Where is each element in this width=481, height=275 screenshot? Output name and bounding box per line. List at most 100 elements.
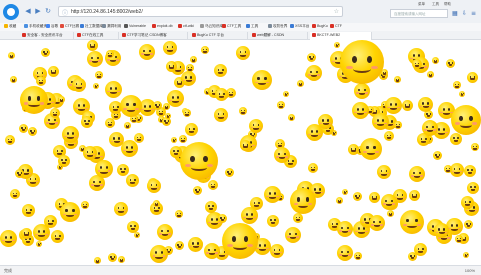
bookmark-item[interactable]: 谷歌 [46, 24, 58, 29]
download-icon[interactable]: ⇩ [462, 10, 467, 17]
refresh-icon[interactable]: ↻ [44, 7, 52, 15]
smiley-mouth [208, 252, 216, 256]
smiley-emoji-icon [193, 186, 202, 195]
smiley-mouth [155, 204, 158, 207]
smiley-mouth [135, 235, 139, 238]
smiley-emoji-icon [94, 257, 101, 264]
bookmark-star-icon[interactable]: ☆ [334, 8, 339, 15]
smiley-mouth [311, 168, 315, 171]
smiley-mouth [389, 214, 392, 217]
smiley-blush [356, 92, 359, 94]
smiley-mouth [169, 67, 174, 70]
bookmark-item[interactable]: 收藏 [4, 24, 16, 29]
smiley-mouth [353, 66, 371, 74]
browser-logo-icon[interactable] [3, 4, 19, 20]
smiley-emoji-icon [19, 124, 28, 133]
bookmark-item[interactable]: 社工数据库 [80, 24, 103, 29]
bookmark-item[interactable]: 手机收藏夹 [24, 24, 47, 29]
address-url[interactable]: http://120.24.86.145:8002/web2/ [71, 9, 143, 15]
smiley-mouth [413, 175, 421, 179]
bookmark-label: CTF比赛 [65, 24, 80, 28]
bookmark-item[interactable]: 攻防世界 [268, 24, 287, 29]
bookmark-item[interactable]: XSS平台 [290, 24, 309, 29]
back-icon[interactable]: ◀ [24, 7, 32, 15]
smiley-mouth [438, 232, 445, 235]
smiley-mouth [290, 118, 293, 121]
smiley-blush [265, 247, 269, 250]
zoom-level[interactable]: 100% [465, 268, 475, 273]
smiley-blush [383, 122, 387, 125]
smiley-emoji-icon [28, 127, 37, 136]
smiley-blush [23, 102, 29, 105]
smiley-mouth [269, 196, 276, 199]
smiley-mouth [68, 143, 74, 146]
browser-tab[interactable]: web题解 - CSDN [250, 32, 308, 40]
smiley-mouth [108, 123, 112, 126]
bookmark-item[interactable]: 工具 [246, 24, 258, 29]
smiley-mouth [8, 140, 12, 143]
smiley-mouth [83, 205, 87, 208]
forward-icon[interactable]: ▶ [34, 7, 42, 15]
browser-tab[interactable]: 安全客 - 安全资讯平台 [20, 32, 74, 40]
bookmark-favicon-icon [102, 24, 106, 28]
smiley-emoji-icon [36, 241, 42, 247]
smiley-blush [123, 107, 127, 110]
smiley-emoji-icon [166, 61, 177, 72]
smiley-emoji-icon [51, 230, 64, 243]
bookmark-item[interactable]: CTF比赛 [60, 24, 79, 29]
browser-tab[interactable]: CTF学习笔记 CSDN博客 [120, 32, 188, 40]
smiley-mouth [429, 75, 432, 78]
smiley-emoji-icon [446, 59, 455, 68]
bookmark-item[interactable]: CTF [330, 24, 342, 28]
smiley-blush [276, 156, 279, 158]
smiley-emoji-icon [463, 252, 469, 258]
smiley-emoji-icon [270, 244, 284, 258]
bookmark-item[interactable]: Vulnerable [124, 24, 146, 28]
smiley-emoji-icon [214, 108, 228, 122]
extensions-icon[interactable]: ▦ [452, 10, 458, 17]
browser-tab[interactable]: CTF在线工具 [75, 32, 119, 40]
page-info-icon[interactable]: ⓘ [62, 8, 68, 17]
smiley-blush [150, 53, 153, 55]
smiley-mouth [396, 125, 400, 128]
smiley-blush [84, 107, 88, 110]
smiley-mouth [96, 261, 99, 264]
smiley-emoji-icon [222, 223, 258, 259]
bookmark-item[interactable]: BugKu [312, 24, 328, 28]
search-box[interactable]: 百度搜索或输入网址 [390, 9, 448, 18]
bookmark-label: 乌云知识库 [205, 24, 223, 28]
address-bar[interactable]: ⓘ http://120.24.86.145:8002/web2/ ☆ [58, 6, 343, 17]
bookmark-item[interactable]: exploit-db [152, 24, 173, 28]
menu-item-menu[interactable]: 菜单 [418, 2, 425, 7]
smiley-mouth [188, 130, 195, 133]
bookmark-favicon-icon [290, 24, 294, 28]
bookmark-item[interactable]: 乌云知识库 [200, 24, 223, 29]
browser-tab[interactable]: BugKu CTF 平台 [190, 32, 248, 40]
settings-icon[interactable]: ≡ [471, 10, 476, 17]
menu-item-help[interactable]: 帮助 [444, 2, 451, 7]
bookmark-item[interactable]: 漏洞利用 [102, 24, 121, 29]
smiley-mouth [412, 196, 417, 199]
smiley-emoji-icon [450, 163, 464, 177]
smiley-emoji-icon [8, 52, 15, 59]
smiley-emoji-icon [277, 101, 285, 109]
smiley-blush [141, 53, 144, 55]
bookmark-favicon-icon [24, 24, 28, 28]
bookmark-item[interactable]: ctf-wiki [178, 24, 194, 28]
bookmark-label: 攻防世界 [273, 24, 288, 28]
bookmark-label: exploit-db [157, 24, 173, 28]
smiley-mouth [53, 113, 57, 116]
smiley-mouth [470, 188, 476, 192]
smiley-emoji-icon [44, 215, 57, 228]
smiley-blush [91, 184, 94, 186]
smiley-emoji-icon [381, 194, 397, 210]
smiley-mouth [448, 64, 453, 67]
menu-item-tools[interactable]: 工具 [432, 2, 439, 7]
smiley-emoji-icon [336, 197, 343, 204]
bookmark-item[interactable]: CTF工具 [222, 24, 241, 29]
smiley-blush [364, 230, 368, 233]
smiley-emoji-icon [264, 186, 281, 203]
bookmarks-bar: 收藏 手机收藏夹 谷歌 CTF比赛 社工数据库 漏洞利用 Vulnerable exploit… [0, 23, 481, 31]
browser-tab[interactable]: BKCTF-WEB2 [310, 32, 372, 40]
smiley-mouth [153, 209, 160, 212]
